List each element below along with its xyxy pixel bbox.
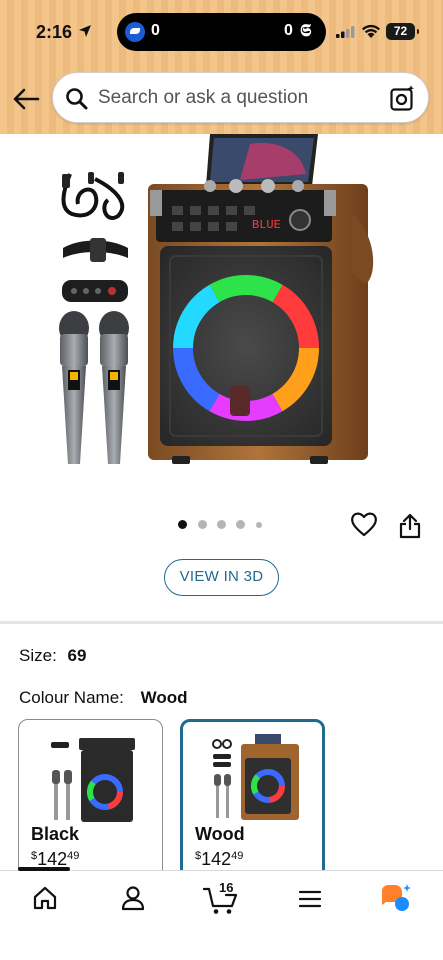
home-icon[interactable] bbox=[32, 885, 58, 911]
karaoke-speaker-image: BLUE bbox=[59, 134, 374, 464]
rufus-assistant-icon[interactable] bbox=[380, 883, 412, 913]
active-tab-indicator bbox=[18, 867, 70, 871]
wood-speaker-thumbnail bbox=[212, 734, 299, 820]
account-icon[interactable] bbox=[120, 885, 146, 911]
app-header: 2:16 0 0 𝕾 72 Search or ask a question bbox=[0, 0, 443, 134]
variant-swatch-black[interactable]: Black $14249 bbox=[18, 719, 163, 879]
blue-jays-logo-icon bbox=[125, 22, 145, 42]
carousel-dot[interactable] bbox=[198, 520, 207, 529]
carousel-dot[interactable] bbox=[217, 520, 226, 529]
cellular-signal-icon bbox=[336, 26, 355, 38]
cart-count-badge: 16 bbox=[219, 880, 234, 895]
variant-name: Black bbox=[31, 824, 80, 844]
camera-search-icon[interactable] bbox=[389, 84, 417, 112]
variant-swatch-wood[interactable]: Wood $14249 bbox=[180, 719, 325, 879]
status-time: 2:16 bbox=[36, 22, 73, 42]
share-icon[interactable] bbox=[398, 513, 422, 539]
status-bar: 2:16 0 0 𝕾 72 bbox=[0, 0, 443, 62]
score-left: 0 bbox=[151, 22, 160, 39]
section-divider bbox=[0, 621, 443, 624]
product-image[interactable]: BLUE bbox=[0, 134, 443, 484]
size-value: 69 bbox=[67, 646, 87, 665]
location-arrow-icon bbox=[79, 25, 91, 37]
white-sox-logo-icon: 𝕾 bbox=[300, 21, 312, 41]
battery-indicator: 72 bbox=[386, 23, 419, 40]
carousel-dot[interactable] bbox=[256, 522, 262, 528]
size-selection: Size: 69 bbox=[19, 646, 86, 666]
black-speaker-thumbnail bbox=[51, 738, 135, 822]
colour-value: Wood bbox=[140, 688, 188, 707]
search-icon bbox=[66, 88, 88, 110]
back-arrow-icon[interactable] bbox=[11, 86, 41, 112]
view-in-3d-button[interactable]: VIEW IN 3D bbox=[164, 559, 279, 596]
microphone-left bbox=[59, 311, 89, 464]
microphone-right bbox=[99, 311, 129, 464]
wifi-icon bbox=[362, 24, 380, 38]
search-input[interactable]: Search or ask a question bbox=[98, 87, 308, 109]
carousel-dot[interactable] bbox=[178, 520, 187, 529]
carousel-dot[interactable] bbox=[236, 520, 245, 529]
speaker-display-text: BLUE bbox=[252, 218, 281, 232]
variant-price: $14249 bbox=[195, 849, 244, 869]
search-bar[interactable]: Search or ask a question bbox=[52, 72, 429, 123]
score-right: 0 bbox=[284, 22, 293, 39]
variant-name: Wood bbox=[195, 824, 245, 844]
colour-selection: Colour Name: Wood bbox=[19, 688, 188, 708]
menu-icon[interactable] bbox=[298, 889, 322, 909]
size-label: Size: bbox=[19, 646, 57, 665]
heart-icon[interactable] bbox=[350, 511, 378, 537]
colour-label: Colour Name: bbox=[19, 688, 124, 707]
dynamic-island-live-score[interactable]: 0 0 𝕾 bbox=[117, 13, 326, 51]
